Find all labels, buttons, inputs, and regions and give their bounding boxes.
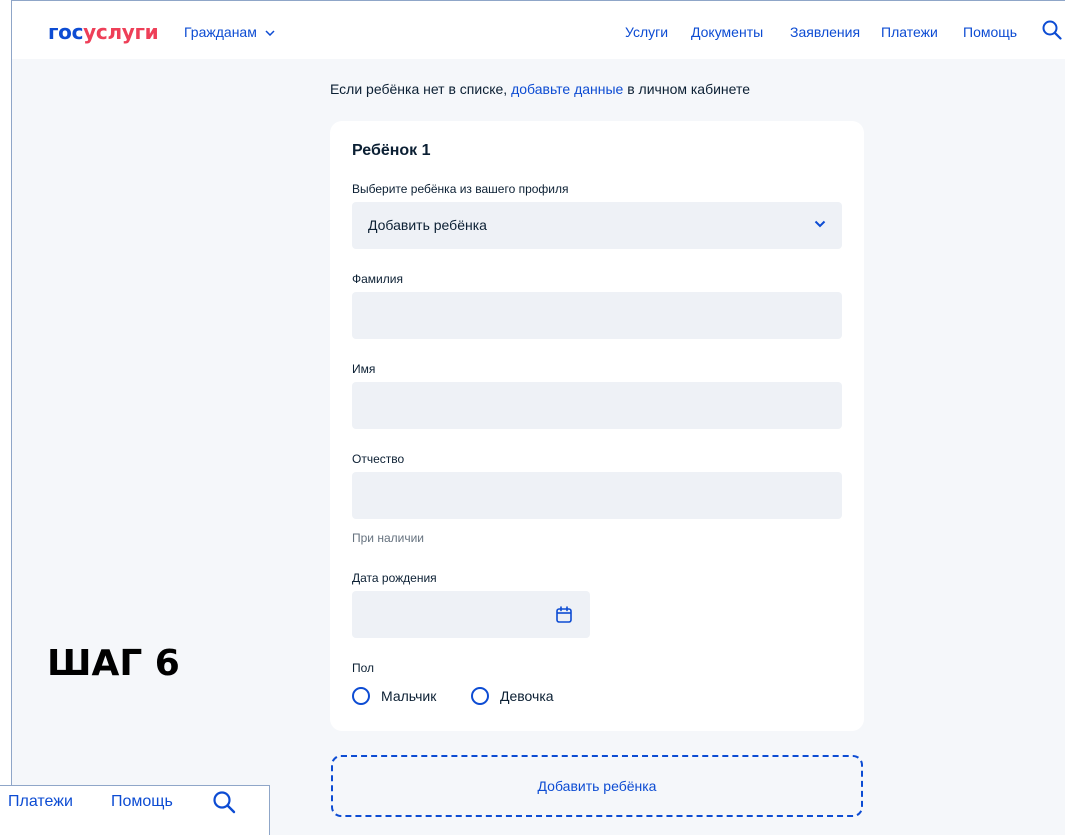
birthdate-field[interactable] (352, 591, 590, 638)
main-content: Если ребёнка нет в списке, добавьте данн… (12, 59, 1065, 835)
select-child-dropdown[interactable]: Добавить ребёнка (352, 202, 842, 249)
search-icon[interactable] (212, 790, 236, 814)
gender-option-boy[interactable]: Мальчик (352, 687, 436, 705)
nav-documents[interactable]: Документы (691, 23, 763, 41)
add-child-button[interactable]: Добавить ребёнка (331, 755, 863, 817)
nav-help[interactable]: Помощь (963, 23, 1017, 41)
select-child-value: Добавить ребёнка (368, 217, 487, 233)
last-name-field[interactable] (352, 292, 842, 339)
nav-services[interactable]: Услуги (625, 23, 668, 41)
gender-option-girl-label: Девочка (500, 688, 554, 704)
citizens-menu-label: Гражданам (184, 24, 257, 40)
last-name-label: Фамилия (352, 272, 403, 286)
nav-applications[interactable]: Заявления (790, 23, 860, 41)
first-name-label: Имя (352, 362, 376, 376)
nav-payments[interactable]: Платежи (881, 23, 938, 41)
browser-frame: госуслуги Гражданам Услуги Документы Зая… (11, 0, 1065, 835)
select-child-label: Выберите ребёнка из вашего профиля (352, 182, 569, 196)
gender-option-boy-label: Мальчик (381, 688, 437, 704)
chevron-down-icon (814, 220, 826, 228)
calendar-icon[interactable] (556, 606, 572, 623)
birthdate-label: Дата рождения (352, 571, 437, 585)
step-label: ШАГ 6 (47, 643, 180, 684)
hint-text-after: в личном кабинете (623, 81, 751, 97)
site-header: госуслуги Гражданам Услуги Документы Зая… (12, 1, 1065, 59)
chevron-down-icon (265, 30, 275, 37)
logo-part-uslugi: услуги (83, 20, 159, 44)
missing-child-hint: Если ребёнка нет в списке, добавьте данн… (330, 81, 750, 97)
inset-nav-help[interactable]: Помощь (111, 793, 173, 811)
patronymic-field[interactable] (352, 472, 842, 519)
gosuslugi-logo[interactable]: госуслуги (48, 20, 159, 44)
citizens-menu[interactable]: Гражданам (184, 23, 275, 41)
first-name-field[interactable] (352, 382, 842, 429)
inset-nav-payments[interactable]: Платежи (8, 793, 73, 811)
card-title: Ребёнок 1 (352, 142, 431, 159)
gender-option-girl[interactable]: Девочка (471, 687, 554, 705)
patronymic-label: Отчество (352, 452, 405, 466)
patronymic-hint: При наличии (352, 531, 424, 545)
radio-circle-icon (352, 687, 370, 705)
gender-label: Пол (352, 661, 375, 675)
hint-text-before: Если ребёнка нет в списке, (330, 81, 512, 97)
add-data-link[interactable]: добавьте данные (511, 81, 623, 97)
logo-part-gos: гос (48, 20, 84, 44)
child-form-card: Ребёнок 1 Выберите ребёнка из вашего про… (330, 121, 864, 731)
search-icon[interactable] (1042, 20, 1062, 40)
inset-nav-crop: Платежи Помощь (0, 785, 270, 835)
radio-circle-icon (471, 687, 489, 705)
